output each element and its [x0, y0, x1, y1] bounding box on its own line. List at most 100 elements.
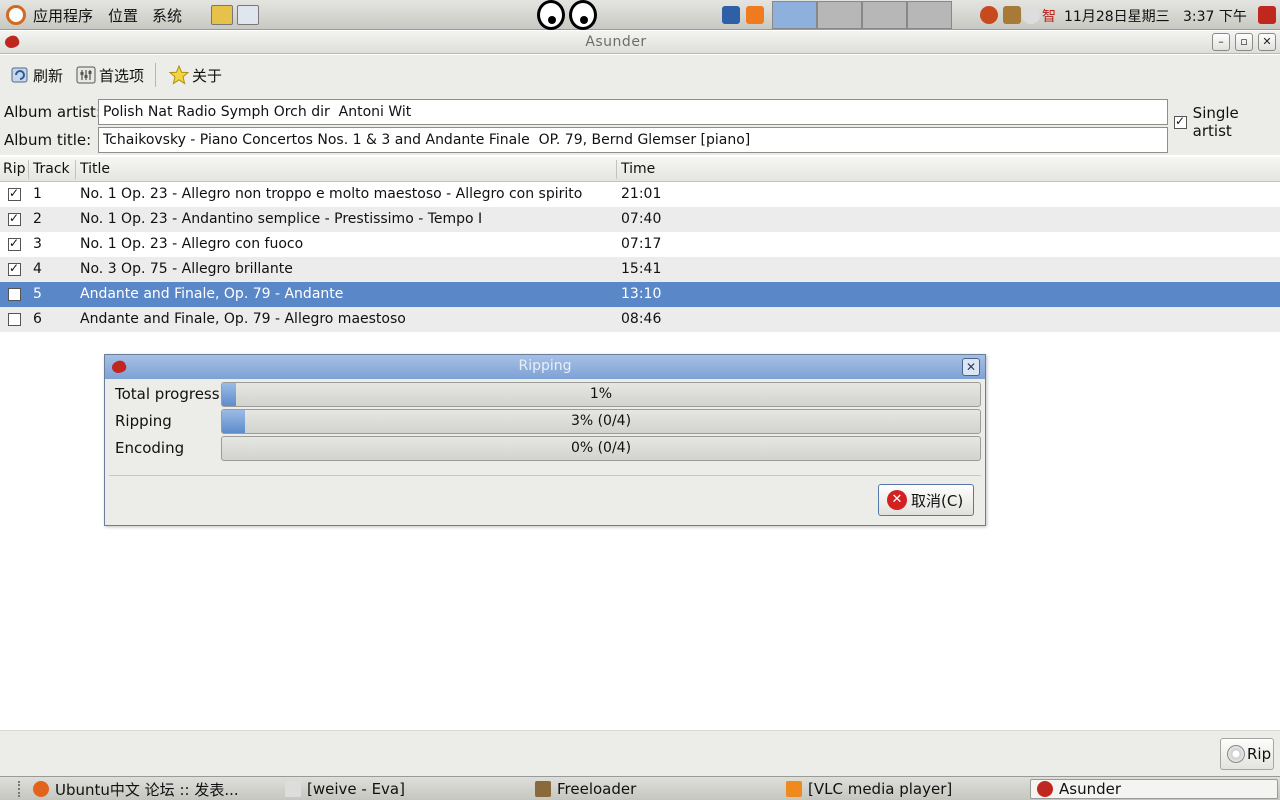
rip-button[interactable]: Rip — [1220, 738, 1274, 770]
star-icon — [169, 65, 189, 85]
track-time: 15:41 — [621, 261, 662, 277]
task-vlc[interactable]: [VLC media player] — [786, 779, 952, 799]
track-title[interactable]: Andante and Finale, Op. 79 - Andante — [80, 286, 343, 302]
close-button[interactable]: ✕ — [1258, 33, 1276, 51]
toolbar-separator — [155, 63, 156, 87]
workspace-4[interactable] — [907, 1, 952, 29]
dialog-titlebar[interactable]: Ripping ✕ — [105, 355, 985, 379]
logout-icon[interactable] — [1258, 6, 1276, 24]
table-row[interactable]: 3 No. 1 Op. 23 - Allegro con fuoco 07:17 — [0, 232, 1280, 257]
encoding-progress-bar: 0% (0/4) — [221, 436, 981, 461]
track-number: 3 — [33, 236, 42, 252]
album-title-input[interactable] — [98, 127, 1168, 153]
dialog-close-button[interactable]: ✕ — [962, 358, 980, 376]
cancel-button[interactable]: ✕ 取消(C) — [878, 484, 974, 516]
task-label: [VLC media player] — [808, 780, 953, 798]
ripping-dialog: Ripping ✕ Total progress 1% Ripping 3% (… — [104, 354, 986, 526]
album-artist-input[interactable] — [98, 99, 1168, 125]
maximize-button[interactable]: ▫ — [1235, 33, 1253, 51]
dialog-separator — [109, 475, 981, 476]
rip-checkbox[interactable] — [8, 211, 21, 226]
workspace-1[interactable] — [772, 1, 817, 29]
task-weive[interactable]: [weive - Eva] — [285, 779, 405, 799]
track-title[interactable]: Andante and Finale, Op. 79 - Allegro mae… — [80, 311, 406, 327]
task-freeloader[interactable]: Freeloader — [535, 779, 636, 799]
single-artist-label: Single artist — [1192, 104, 1239, 140]
show-desktop-icon[interactable] — [722, 6, 740, 24]
track-title[interactable]: No. 1 Op. 23 - Allegro non troppo e molt… — [80, 186, 582, 202]
rip-checkbox[interactable] — [8, 186, 21, 201]
bottom-bar: Rip — [0, 730, 1280, 776]
track-title[interactable]: No. 1 Op. 23 - Andantino semplice - Pres… — [80, 211, 482, 227]
about-button[interactable]: 关于 — [169, 64, 222, 86]
single-artist-check-icon[interactable] — [1174, 114, 1187, 129]
header-rip[interactable]: Rip — [3, 161, 26, 177]
taskbar-handle[interactable] — [18, 781, 22, 797]
table-row[interactable]: 2 No. 1 Op. 23 - Andantino semplice - Pr… — [0, 207, 1280, 232]
window-titlebar[interactable]: Asunder – ▫ ✕ — [0, 31, 1280, 54]
freeloader-icon — [535, 781, 551, 797]
task-firefox[interactable]: Ubuntu中文 论坛 :: 发表... — [33, 779, 239, 799]
network-icon[interactable] — [1022, 6, 1040, 24]
document-icon — [285, 781, 301, 797]
task-asunder[interactable]: Asunder — [1030, 779, 1278, 799]
input-method-icon[interactable]: 智 — [1042, 6, 1056, 26]
track-time: 21:01 — [621, 186, 662, 202]
cd-icon — [1227, 745, 1245, 763]
clock[interactable]: 3:37 下午 — [1183, 6, 1247, 26]
refresh-label: 刷新 — [33, 66, 64, 85]
track-time: 07:17 — [621, 236, 662, 252]
vlc-icon — [786, 781, 802, 797]
preferences-icon — [76, 66, 96, 84]
header-title[interactable]: Title — [80, 161, 110, 177]
file-manager-launcher-icon[interactable] — [211, 5, 233, 25]
minimize-button[interactable]: – — [1212, 33, 1230, 51]
window-title: Asunder — [585, 34, 647, 50]
update-notifier-icon[interactable] — [980, 6, 998, 24]
total-progress-bar: 1% — [221, 382, 981, 407]
preferences-button[interactable]: 首选项 — [76, 64, 144, 86]
track-time: 07:40 — [621, 211, 662, 227]
date-display[interactable]: 11月28日星期三 — [1064, 6, 1170, 26]
track-time: 08:46 — [621, 311, 662, 327]
ripping-progress-text: 3% (0/4) — [570, 413, 632, 429]
screenshot-launcher-icon[interactable] — [237, 5, 259, 25]
rip-checkbox[interactable] — [8, 236, 21, 251]
album-title-label: Album title: — [4, 131, 92, 149]
single-artist-checkbox[interactable]: Single artist — [1174, 104, 1280, 140]
track-number: 5 — [33, 286, 42, 302]
taskbar: Ubuntu中文 论坛 :: 发表... [weive - Eva] Freel… — [0, 776, 1280, 800]
workspace-3[interactable] — [862, 1, 907, 29]
track-title[interactable]: No. 3 Op. 75 - Allegro brillante — [80, 261, 293, 277]
workspace-2[interactable] — [817, 1, 862, 29]
table-row[interactable]: 6 Andante and Finale, Op. 79 - Allegro m… — [0, 307, 1280, 332]
preferences-label: 首选项 — [99, 66, 145, 85]
rip-checkbox[interactable] — [8, 261, 21, 276]
rip-checkbox[interactable] — [8, 313, 21, 326]
task-label: [weive - Eva] — [307, 780, 405, 798]
track-number: 1 — [33, 186, 42, 202]
header-time[interactable]: Time — [621, 161, 655, 177]
refresh-button[interactable]: 刷新 — [10, 64, 63, 86]
task-label: Asunder — [1059, 780, 1122, 798]
xeyes-applet-icon — [537, 0, 601, 30]
cancel-label: 取消(C) — [911, 491, 964, 510]
album-info: Album artist: Single artist Album title: — [0, 95, 1280, 155]
about-label: 关于 — [192, 66, 223, 85]
ripping-progress-label: Ripping — [115, 412, 172, 430]
window-thumb-icon[interactable] — [746, 6, 764, 24]
menu-system[interactable]: 系统 — [152, 5, 182, 26]
dialog-title: Ripping — [518, 358, 572, 374]
total-progress-label: Total progress — [115, 385, 220, 403]
table-row[interactable]: 1 No. 1 Op. 23 - Allegro non troppo e mo… — [0, 182, 1280, 207]
rip-checkbox[interactable] — [8, 288, 21, 301]
ubuntu-logo-icon[interactable] — [6, 5, 26, 25]
table-row[interactable]: 4 No. 3 Op. 75 - Allegro brillante 15:41 — [0, 257, 1280, 282]
menu-places[interactable]: 位置 — [108, 5, 138, 26]
track-time: 13:10 — [621, 286, 662, 302]
volume-icon[interactable] — [1003, 6, 1021, 24]
menu-applications[interactable]: 应用程序 — [33, 5, 93, 26]
table-row-selected[interactable]: 5 Andante and Finale, Op. 79 - Andante 1… — [0, 282, 1280, 307]
track-title[interactable]: No. 1 Op. 23 - Allegro con fuoco — [80, 236, 303, 252]
header-track[interactable]: Track — [33, 161, 70, 177]
